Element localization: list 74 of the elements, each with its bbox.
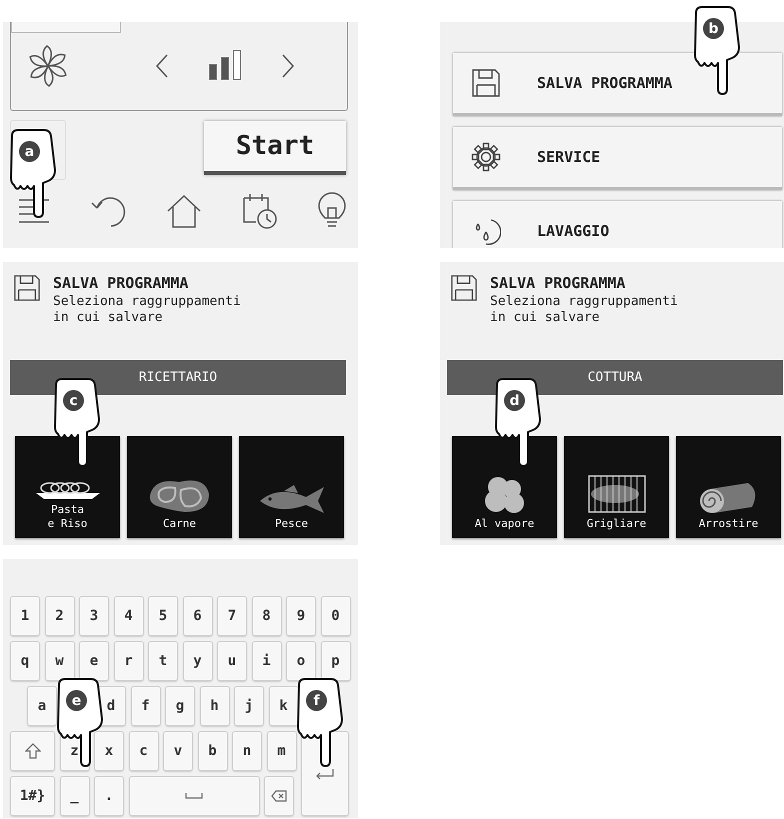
shift-arrow-icon <box>24 743 40 759</box>
screen-subtitle: Seleziona raggruppamenti in cui salvare <box>53 294 242 326</box>
keyboard-key[interactable]: o <box>287 642 315 680</box>
keyboard-key[interactable]: r <box>114 642 142 680</box>
enter-arrow-icon <box>315 768 335 780</box>
screen-title: SALVA PROGRAMMA <box>53 274 190 292</box>
keyboard-key[interactable]: x <box>95 732 123 770</box>
keyboard-key[interactable]: b <box>198 732 226 770</box>
keyboard-key[interactable]: a <box>28 687 56 725</box>
keyboard-key[interactable]: k <box>270 687 298 725</box>
keyboard-key[interactable]: 4 <box>114 597 142 635</box>
keyboard-key[interactable]: 9 <box>287 597 315 635</box>
light-bulb-icon[interactable] <box>317 192 347 230</box>
keyboard-key[interactable]: c <box>130 732 158 770</box>
keyboard-key[interactable]: 0 <box>322 597 350 635</box>
keyboard-key[interactable]: w <box>46 642 74 680</box>
grill-icon <box>588 475 646 513</box>
keyboard-key[interactable]: f <box>132 687 160 725</box>
keyboard-key[interactable]: 8 <box>252 597 280 635</box>
screen-subtitle: Seleziona raggruppamenti in cui salvare <box>490 294 679 326</box>
category-tile[interactable]: Al vapore <box>452 436 557 538</box>
keyboard-key[interactable]: t <box>149 642 177 680</box>
keyboard-key[interactable]: g <box>166 687 194 725</box>
keyboard-key[interactable]: m <box>268 732 296 770</box>
gear-icon <box>471 142 501 172</box>
menu-button[interactable]: LAVAGGIO <box>453 201 782 248</box>
category-bar: COTTURA <box>447 360 783 395</box>
keyboard-key[interactable]: 2 <box>46 597 74 635</box>
keyboard-key[interactable]: q <box>11 642 39 680</box>
category-tile[interactable]: Pasta e Riso <box>15 436 120 538</box>
keyboard-key[interactable]: v <box>164 732 192 770</box>
keyboard-key[interactable]: 7 <box>218 597 246 635</box>
screen-title: SALVA PROGRAMMA <box>490 274 626 292</box>
keyboard-key[interactable]: _ <box>60 777 88 815</box>
chevron-left-icon[interactable] <box>155 53 169 79</box>
keyboard-key[interactable]: u <box>218 642 246 680</box>
backspace-key[interactable] <box>265 777 293 815</box>
keyboard-key[interactable]: 1 <box>11 597 39 635</box>
category-tile[interactable]: Grigliare <box>564 436 669 538</box>
category-tile[interactable]: Pesce <box>239 436 344 538</box>
keyboard-key[interactable]: y <box>184 642 212 680</box>
keyboard-key[interactable]: 5 <box>149 597 177 635</box>
pointing-hand-icon <box>295 677 345 767</box>
pointing-hand-icon <box>52 377 102 467</box>
pointing-hand-icon <box>692 5 742 95</box>
keyboard-key[interactable]: n <box>233 732 261 770</box>
keyboard-key[interactable]: 3 <box>80 597 108 635</box>
home-icon[interactable] <box>166 193 202 229</box>
keyboard-key[interactable]: e <box>80 642 108 680</box>
pointing-hand-icon <box>8 128 58 218</box>
category-tile[interactable]: Carne <box>127 436 232 538</box>
keyboard-key[interactable]: p <box>322 642 350 680</box>
shift-key[interactable] <box>11 732 54 770</box>
menu-button[interactable]: SERVICE <box>453 127 782 190</box>
category-bar: RICETTARIO <box>10 360 346 395</box>
keyboard-key[interactable]: 6 <box>184 597 212 635</box>
steak-icon <box>149 478 210 513</box>
pointing-hand-icon <box>55 677 105 767</box>
chevron-right-icon[interactable] <box>281 53 295 79</box>
pointing-hand-icon <box>493 377 543 467</box>
start-button[interactable]: Start <box>204 121 346 175</box>
menu-button[interactable]: SALVA PROGRAMMA <box>453 53 782 116</box>
category-tile[interactable]: Arrostire <box>676 436 781 538</box>
steam-cloud-icon <box>485 477 524 513</box>
keyboard-key[interactable]: j <box>235 687 263 725</box>
meat-roll-icon <box>700 483 758 513</box>
space-bar-icon <box>185 793 203 799</box>
keyboard-key[interactable]: i <box>252 642 280 680</box>
backspace-icon <box>271 790 287 802</box>
keyboard-key[interactable]: h <box>200 687 228 725</box>
keyboard-key[interactable]: . <box>95 777 123 815</box>
pasta-plate-icon <box>36 482 100 499</box>
fish-icon <box>260 485 324 513</box>
keyboard-key[interactable]: 1#} <box>11 777 54 815</box>
